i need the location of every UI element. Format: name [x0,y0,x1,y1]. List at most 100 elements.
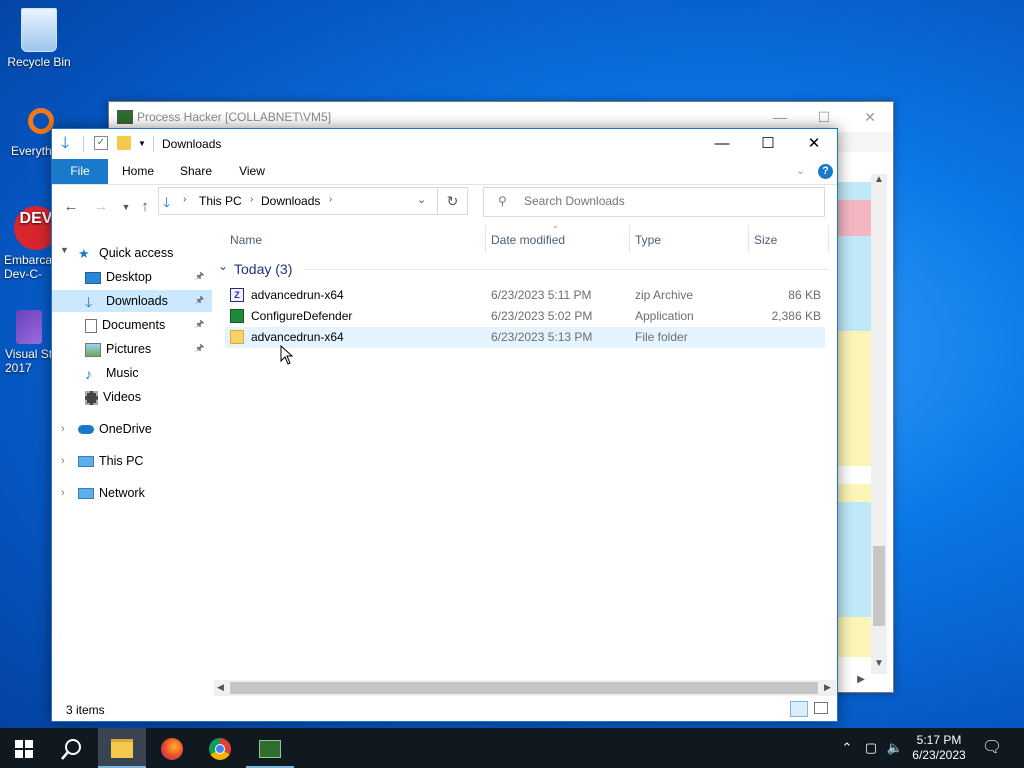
taskbar: ⌃ ▢ 🔈 5:17 PM 6/23/2023 🗨 [0,728,1024,768]
properties-check-icon[interactable]: ✓ [94,136,108,150]
volume-muted-icon[interactable]: 🔈 [884,728,906,768]
breadcrumb-downloads[interactable]: Downloads [261,194,320,208]
search-box[interactable]: ⚲ [483,187,825,217]
desktop-icon-label: Embarca Dev-C- [4,253,53,281]
start-button[interactable] [0,728,48,768]
document-icon [85,318,97,333]
tab-view[interactable]: View [230,159,274,184]
up-arrow-icon[interactable]: ↑ [135,197,155,217]
sidebar-item-network[interactable]: Network [78,482,145,504]
refresh-icon[interactable]: ↻ [438,187,468,215]
computer-icon [78,456,94,468]
column-divider [748,225,749,253]
address-bar[interactable]: 🡓 › This PC › Downloads › ⌄ [158,187,438,215]
help-icon[interactable]: ? [818,164,833,179]
scroll-right-icon[interactable]: ▶ [824,682,831,693]
explorer-titlebar[interactable]: 🡓 ✓ ▼ Downloads — ☐ ✕ [52,129,837,159]
network-tray-icon[interactable]: ▢ [862,728,880,768]
pin-icon: 🖈 [195,343,205,354]
search-input[interactable] [522,193,816,209]
column-divider [828,225,829,253]
taskbar-firefox[interactable] [148,728,196,768]
sidebar-item-this-pc[interactable]: This PC [78,450,143,472]
scroll-left-icon[interactable]: ◀ [217,682,224,693]
file-explorer-icon [111,739,133,759]
sidebar-item-quick-access[interactable]: ★ Quick access [78,242,173,264]
details-view-icon[interactable] [790,701,808,717]
quick-access-expand-icon[interactable]: ▼ [60,245,69,255]
breadcrumb-separator-icon: › [329,194,333,205]
file-name: advancedrun-x64 [251,288,344,302]
file-type: Application [635,309,694,323]
taskbar-file-explorer[interactable] [98,728,146,768]
item-count: 3 items [66,703,105,717]
ph-scroll-right-icon[interactable]: ▶ [853,674,869,688]
pin-icon: 🖈 [195,319,205,330]
this-pc-expand-icon[interactable]: › [61,455,65,467]
horizontal-scrollbar[interactable]: ◀ ▶ [214,680,836,696]
column-header-size[interactable]: Size [754,229,777,251]
sidebar-item-pictures[interactable]: Pictures 🖈 [52,338,212,360]
chrome-icon [209,737,231,760]
ph-close-button[interactable]: ✕ [847,102,893,132]
column-divider [485,225,486,253]
pictures-icon [85,342,101,357]
sidebar-item-desktop[interactable]: Desktop 🖈 [52,266,212,288]
network-expand-icon[interactable]: › [61,487,65,499]
close-button[interactable]: ✕ [791,129,837,159]
expand-ribbon-chevron-icon[interactable]: ⌄ [796,164,805,177]
taskbar-chrome[interactable] [196,728,244,768]
column-header-date-modified[interactable]: Date modified [491,229,565,251]
sidebar-item-videos[interactable]: Videos [52,386,212,408]
windows-logo-icon [15,739,33,758]
large-icons-view-icon[interactable] [814,702,828,714]
breadcrumb-separator-icon: › [183,194,187,205]
notifications-icon[interactable]: 🗨 [978,728,1006,768]
new-folder-icon[interactable] [117,136,131,150]
ph-vertical-scrollbar[interactable]: ▲ ▼ [871,174,887,674]
tab-share[interactable]: Share [174,159,218,184]
back-arrow-icon[interactable]: ← [61,197,81,217]
address-dropdown-chevron-icon[interactable]: ⌄ [417,193,426,206]
breadcrumb-separator-icon: › [250,194,254,205]
ph-scroll-up-icon[interactable]: ▲ [871,174,887,190]
file-date: 6/23/2023 5:13 PM [491,330,593,344]
file-row[interactable]: advancedrun-x64 6/23/2023 5:13 PM File f… [225,327,825,348]
show-hidden-icons-chevron[interactable]: ⌃ [838,728,856,768]
taskbar-process-hacker[interactable] [246,728,294,768]
ph-scroll-down-icon[interactable]: ▼ [871,658,887,674]
onedrive-expand-icon[interactable]: › [61,423,65,435]
ph-process-list-colors [837,182,871,657]
sidebar-item-downloads[interactable]: 🡓 Downloads 🖈 [52,290,212,312]
recent-locations-chevron-icon[interactable]: ▼ [116,197,136,217]
breadcrumb-this-pc[interactable]: This PC [199,194,242,208]
sidebar-item-music[interactable]: ♪ Music [52,362,212,384]
video-icon [85,390,98,405]
minimize-button[interactable]: — [699,129,745,159]
file-row[interactable]: Z advancedrun-x64 6/23/2023 5:11 PM zip … [225,285,825,306]
firefox-icon [161,737,183,760]
sidebar-item-documents[interactable]: Documents 🖈 [52,314,212,336]
column-header-type[interactable]: Type [635,229,661,251]
group-header-today[interactable]: ⌄ Today (3) [218,259,828,279]
search-button[interactable] [48,728,96,768]
file-explorer-window[interactable]: 🡓 ✓ ▼ Downloads — ☐ ✕ File Home Share Vi… [51,128,838,722]
folder-icon [230,330,244,344]
column-header-name[interactable]: Name [230,229,262,251]
file-row[interactable]: ConfigureDefender 6/23/2023 5:02 PM Appl… [225,306,825,327]
scroll-thumb[interactable] [230,682,818,694]
maximize-button[interactable]: ☐ [745,129,791,159]
sidebar-item-label: Desktop [106,270,152,284]
ph-scroll-thumb[interactable] [873,546,885,626]
tab-file[interactable]: File [52,159,108,184]
pin-icon: 🖈 [195,271,205,282]
group-collapse-chevron-icon[interactable]: ⌄ [218,259,228,273]
customize-qa-chevron-icon[interactable]: ▼ [138,136,146,152]
tab-home[interactable]: Home [116,159,160,184]
clock[interactable]: 5:17 PM 6/23/2023 [906,728,972,768]
file-date: 6/23/2023 5:11 PM [491,288,592,302]
forward-arrow-icon[interactable]: → [91,197,111,217]
window-title: Downloads [162,137,222,151]
sidebar-item-onedrive[interactable]: OneDrive [78,418,152,440]
desktop-icon-recycle-bin[interactable]: Recycle Bin [1,8,77,69]
